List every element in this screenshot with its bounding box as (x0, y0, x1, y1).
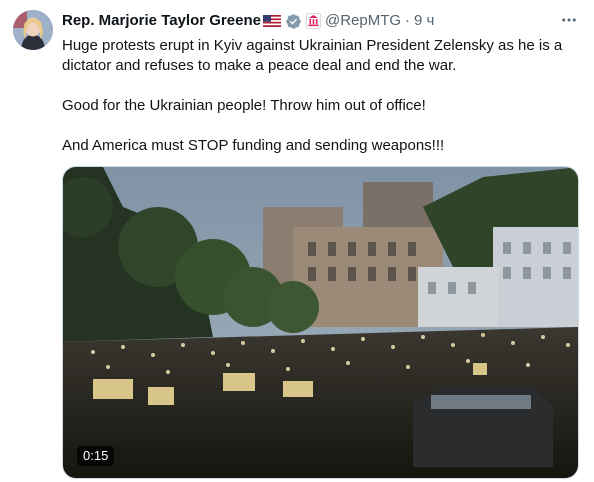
avatar-image (13, 10, 53, 50)
author-name[interactable]: Rep. Marjorie Taylor Greene (62, 11, 261, 31)
verified-badge-icon[interactable] (285, 13, 302, 30)
more-options-icon[interactable] (558, 10, 580, 30)
avatar[interactable] (13, 10, 53, 50)
tweet-paragraph: Huge protests erupt in Kyiv against Ukra… (62, 37, 563, 74)
tweet-card[interactable]: Rep. Marjorie Taylor Greene @RepMTG · 9 … (0, 0, 594, 482)
tweet-timestamp[interactable]: 9 ч (414, 11, 434, 31)
tweet-paragraph: And America must STOP funding and sendin… (62, 137, 445, 154)
video-player[interactable]: 0:15 (62, 166, 579, 479)
video-frame (63, 167, 578, 478)
government-affiliation-icon[interactable] (305, 13, 321, 29)
header-separator: · (405, 12, 411, 29)
tweet-text: Huge protests erupt in Kyiv against Ukra… (62, 36, 580, 156)
video-duration: 0:15 (77, 446, 115, 466)
tweet-header: Rep. Marjorie Taylor Greene @RepMTG · 9 … (62, 11, 434, 31)
us-flag-icon (262, 15, 281, 27)
tweet-paragraph: Good for the Ukrainian people! Throw him… (62, 97, 426, 114)
author-handle[interactable]: @RepMTG (325, 11, 401, 31)
